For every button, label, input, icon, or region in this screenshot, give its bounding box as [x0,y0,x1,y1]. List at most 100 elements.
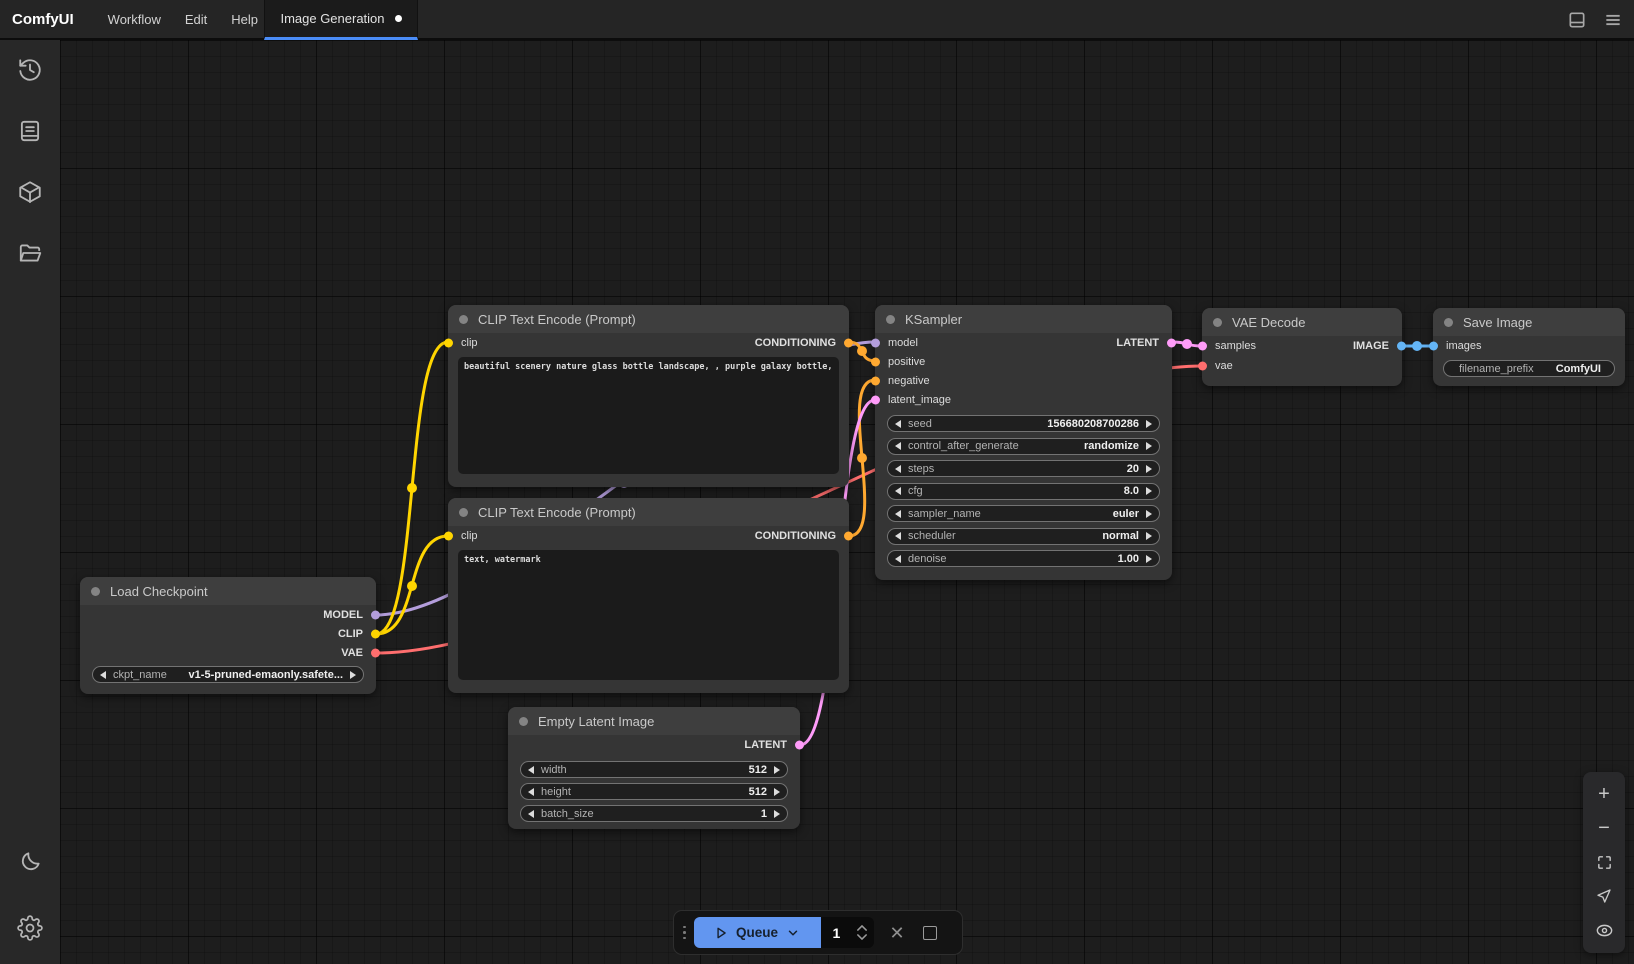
increment-arrow-icon[interactable] [350,671,356,679]
slot-dot-negative[interactable] [871,376,880,385]
clear-queue-icon[interactable]: ✕ [890,924,905,942]
workflows-folder-icon[interactable] [8,231,52,275]
slot-dot-latent-output[interactable] [1167,338,1176,347]
slot-dot-latent-image[interactable] [871,395,880,404]
node-title-bar[interactable]: CLIP Text Encode (Prompt) [448,305,849,333]
increment-arrow-icon[interactable] [1146,510,1152,518]
fit-view-icon[interactable] [1589,847,1619,877]
tab-image-generation[interactable]: Image Generation [264,0,418,40]
slot-dot-image[interactable] [1397,342,1406,351]
queue-log-icon[interactable] [8,109,52,153]
decrement-arrow-icon[interactable] [528,788,534,796]
widget-scheduler[interactable]: scheduler normal [887,528,1160,545]
slot-dot-positive[interactable] [871,357,880,366]
decrement-arrow-icon[interactable] [895,487,901,495]
pan-mode-icon[interactable] [1589,881,1619,911]
increment-arrow-icon[interactable] [774,788,780,796]
decrement-arrow-icon[interactable] [895,442,901,450]
decrement-arrow-icon[interactable] [528,766,534,774]
slot-dot-model[interactable] [371,610,380,619]
increment-arrow-icon[interactable] [1146,420,1152,428]
slot-dot-images[interactable] [1429,342,1438,351]
collapse-dot-icon[interactable] [91,587,100,596]
widget-height[interactable]: height 512 [520,783,788,800]
workflow-history-icon[interactable] [8,48,52,92]
collapse-dot-icon[interactable] [886,315,895,324]
increment-arrow-icon[interactable] [1146,532,1152,540]
increment-arrow-icon[interactable] [1146,555,1152,563]
slot-dot-samples[interactable] [1198,342,1207,351]
collapse-dot-icon[interactable] [1444,318,1453,327]
slot-dot-clip[interactable] [371,629,380,638]
widget-denoise[interactable]: denoise 1.00 [887,550,1160,567]
widget-cfg[interactable]: cfg 8.0 [887,483,1160,500]
slot-dot-clip-input[interactable] [444,531,453,540]
queue-button[interactable]: Queue [694,917,821,948]
bottom-panel-icon[interactable] [1566,9,1588,31]
node-empty-latent-image[interactable]: Empty Latent Image LATENT width 512 heig… [508,707,800,829]
increment-arrow-icon[interactable] [774,766,780,774]
increment-arrow-icon[interactable] [1146,487,1152,495]
decrement-arrow-icon[interactable] [895,420,901,428]
increment-arrow-icon[interactable] [1146,465,1152,473]
zoom-out-icon[interactable]: − [1589,814,1619,844]
widget-sampler-name[interactable]: sampler_name euler [887,505,1160,522]
node-title-bar[interactable]: VAE Decode [1202,308,1402,336]
node-save-image[interactable]: Save Image images filename_prefix ComfyU… [1433,308,1625,386]
menu-icon[interactable] [1602,9,1624,31]
collapse-dot-icon[interactable] [459,508,468,517]
node-ksampler[interactable]: KSampler model LATENT positive negative … [875,305,1172,580]
node-load-checkpoint[interactable]: Load Checkpoint MODEL CLIP VAE ckpt_name… [80,577,376,694]
menu-help[interactable]: Help [219,12,270,27]
collapse-dot-icon[interactable] [459,315,468,324]
slot-dot-clip-input[interactable] [444,338,453,347]
increment-arrow-icon[interactable] [774,810,780,818]
widget-steps[interactable]: steps 20 [887,460,1160,477]
slot-dot-conditioning[interactable] [844,338,853,347]
toggle-link-visibility-icon[interactable] [1589,915,1619,945]
slot-dot-vae[interactable] [371,648,380,657]
widget-filename-prefix[interactable]: filename_prefix ComfyUI [1443,360,1615,377]
increment-arrow-icon[interactable] [1146,442,1152,450]
prompt-textarea[interactable]: beautiful scenery nature glass bottle la… [458,357,839,474]
widget-batch-size[interactable]: batch_size 1 [520,805,788,822]
slot-dot-vae-input[interactable] [1198,362,1207,371]
settings-gear-icon[interactable] [8,906,52,950]
node-title-bar[interactable]: CLIP Text Encode (Prompt) [448,498,849,526]
widget-control-after-generate[interactable]: control_after_generate randomize [887,438,1160,455]
widget-ckpt-name[interactable]: ckpt_name v1-5-pruned-emaonly.safete... [92,666,364,683]
decrement-arrow-icon[interactable] [100,671,106,679]
slot-dot-conditioning[interactable] [844,531,853,540]
decrement-arrow-icon[interactable] [528,810,534,818]
stop-icon[interactable] [923,926,937,940]
node-vae-decode[interactable]: VAE Decode samples IMAGE vae [1202,308,1402,386]
collapse-dot-icon[interactable] [519,717,528,726]
stepper-up-icon[interactable] [857,925,867,931]
slot-dot-latent[interactable] [795,740,804,749]
node-title-bar[interactable]: Load Checkpoint [80,577,376,605]
node-clip-text-encode-positive[interactable]: CLIP Text Encode (Prompt) clip CONDITION… [448,305,849,487]
node-clip-text-encode-negative[interactable]: CLIP Text Encode (Prompt) clip CONDITION… [448,498,849,693]
decrement-arrow-icon[interactable] [895,555,901,563]
collapse-dot-icon[interactable] [1213,318,1222,327]
node-title-bar[interactable]: KSampler [875,305,1172,333]
decrement-arrow-icon[interactable] [895,532,901,540]
menu-workflow[interactable]: Workflow [96,12,173,27]
slot-dot-model-input[interactable] [871,338,880,347]
stepper-down-icon[interactable] [857,934,867,940]
widget-width[interactable]: width 512 [520,761,788,778]
decrement-arrow-icon[interactable] [895,510,901,518]
node-title-bar[interactable]: Empty Latent Image [508,707,800,735]
menu-edit[interactable]: Edit [173,12,219,27]
unsaved-dot-icon[interactable] [395,15,402,22]
decrement-arrow-icon[interactable] [895,465,901,473]
prompt-textarea[interactable]: text, watermark [458,550,839,680]
theme-toggle-icon[interactable] [8,840,52,884]
batch-count-input[interactable]: 1 [821,917,874,948]
node-library-icon[interactable] [8,170,52,214]
widget-seed[interactable]: seed 156680208700286 [887,415,1160,432]
chevron-down-icon[interactable] [786,926,800,940]
node-title-bar[interactable]: Save Image [1433,308,1625,336]
zoom-in-icon[interactable]: + [1589,780,1619,810]
drag-handle[interactable] [683,926,686,940]
